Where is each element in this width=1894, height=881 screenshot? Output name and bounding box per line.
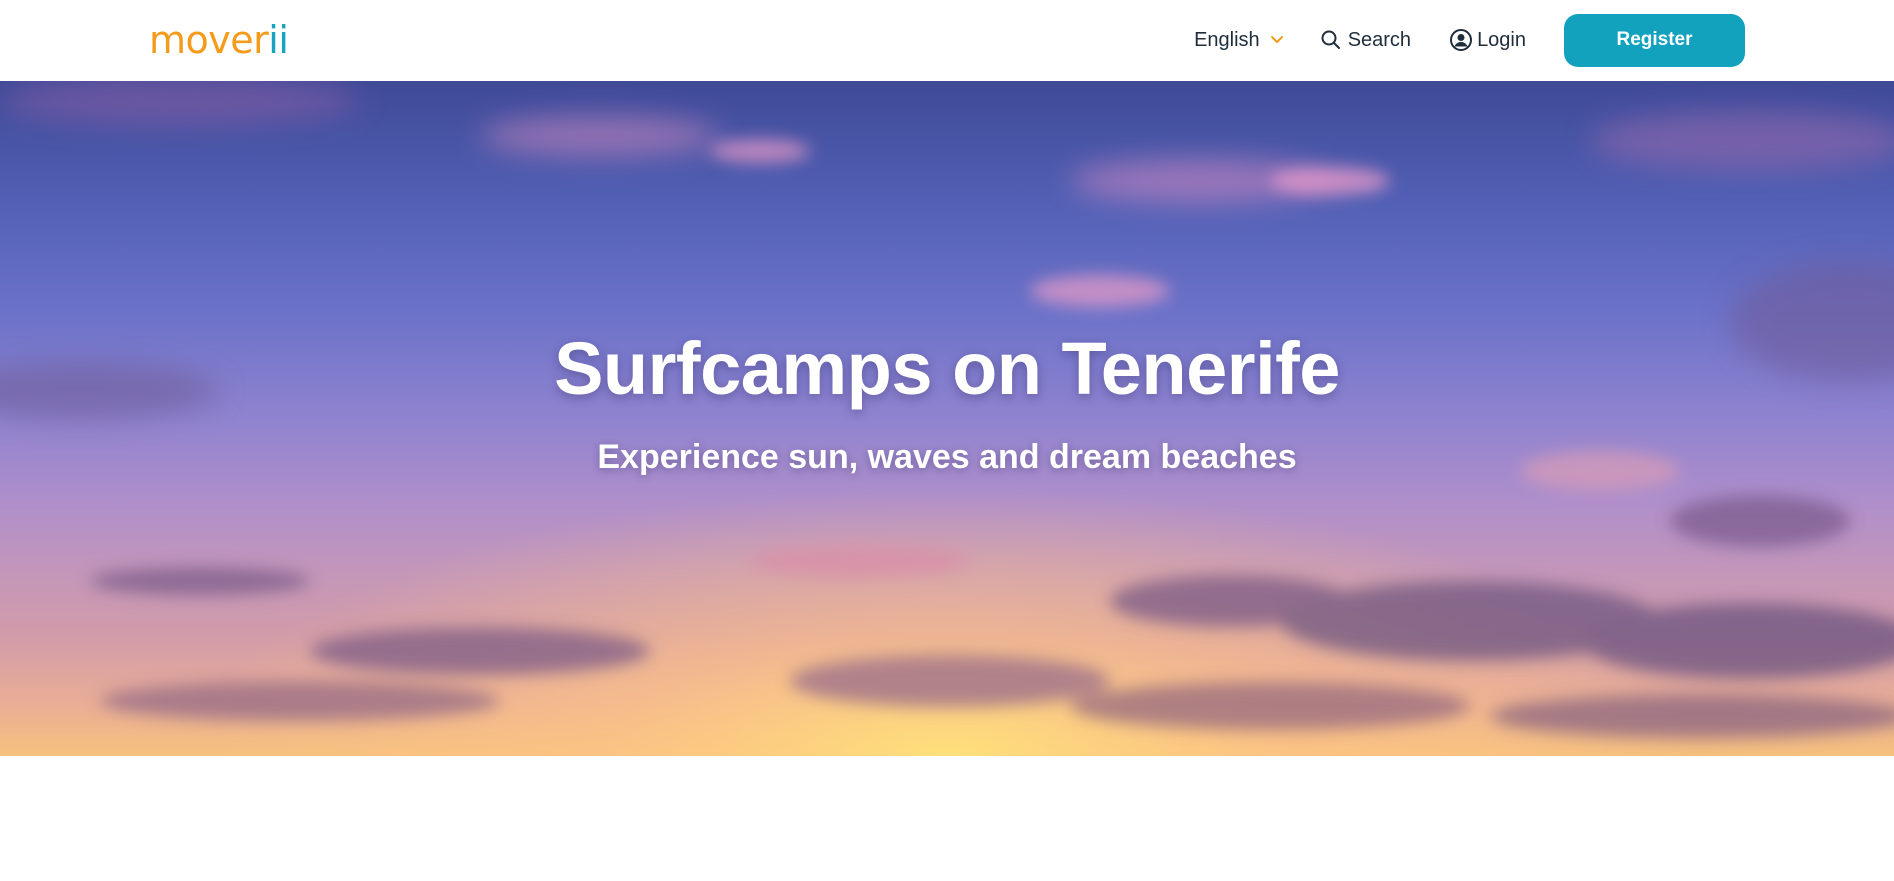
- login-label: Login: [1477, 28, 1526, 51]
- logo-text-accent: ii: [268, 18, 289, 62]
- language-label: English: [1194, 28, 1260, 51]
- moverii-logo[interactable]: moverii: [149, 14, 289, 66]
- register-button[interactable]: Register: [1564, 13, 1745, 67]
- language-selector[interactable]: English: [1194, 29, 1284, 52]
- chevron-down-icon: [1270, 36, 1283, 43]
- search-label: Search: [1347, 28, 1412, 51]
- user-circle-icon: [1450, 29, 1473, 51]
- top-nav: English Search Login Register: [1194, 13, 1745, 67]
- logo-text-main: mover: [149, 18, 269, 62]
- hero-subtitle: Experience sun, waves and dream beaches: [597, 438, 1297, 476]
- search-icon: [1321, 30, 1340, 49]
- sunset-sky-background: [0, 81, 1894, 756]
- site-header: moverii English Search Login Register: [0, 0, 1894, 81]
- search-link[interactable]: Search: [1320, 29, 1411, 52]
- hero-banner: Surfcamps on Tenerife Experience sun, wa…: [0, 81, 1894, 756]
- login-link[interactable]: Login: [1449, 28, 1526, 52]
- hero-title: Surfcamps on Tenerife: [554, 327, 1340, 410]
